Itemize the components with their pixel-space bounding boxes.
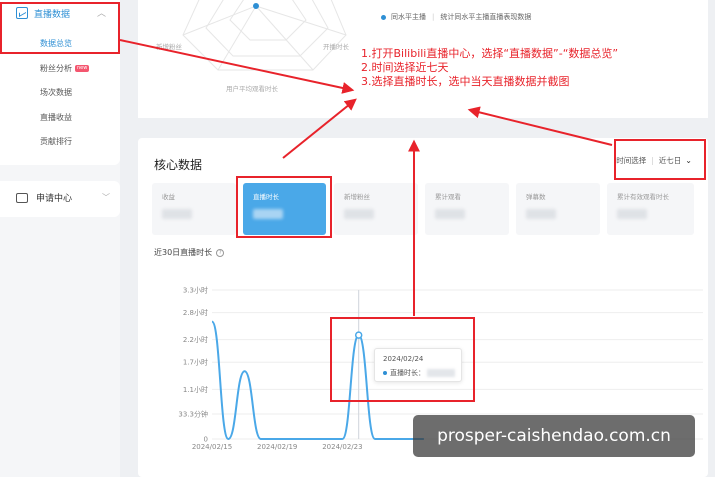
watermark: prosper-caishendao.com.cn — [413, 415, 695, 457]
arrow-time — [467, 106, 613, 146]
arrow-sidebar — [119, 39, 355, 94]
annotation-arrows — [119, 39, 613, 316]
arrow-metric — [282, 98, 357, 159]
